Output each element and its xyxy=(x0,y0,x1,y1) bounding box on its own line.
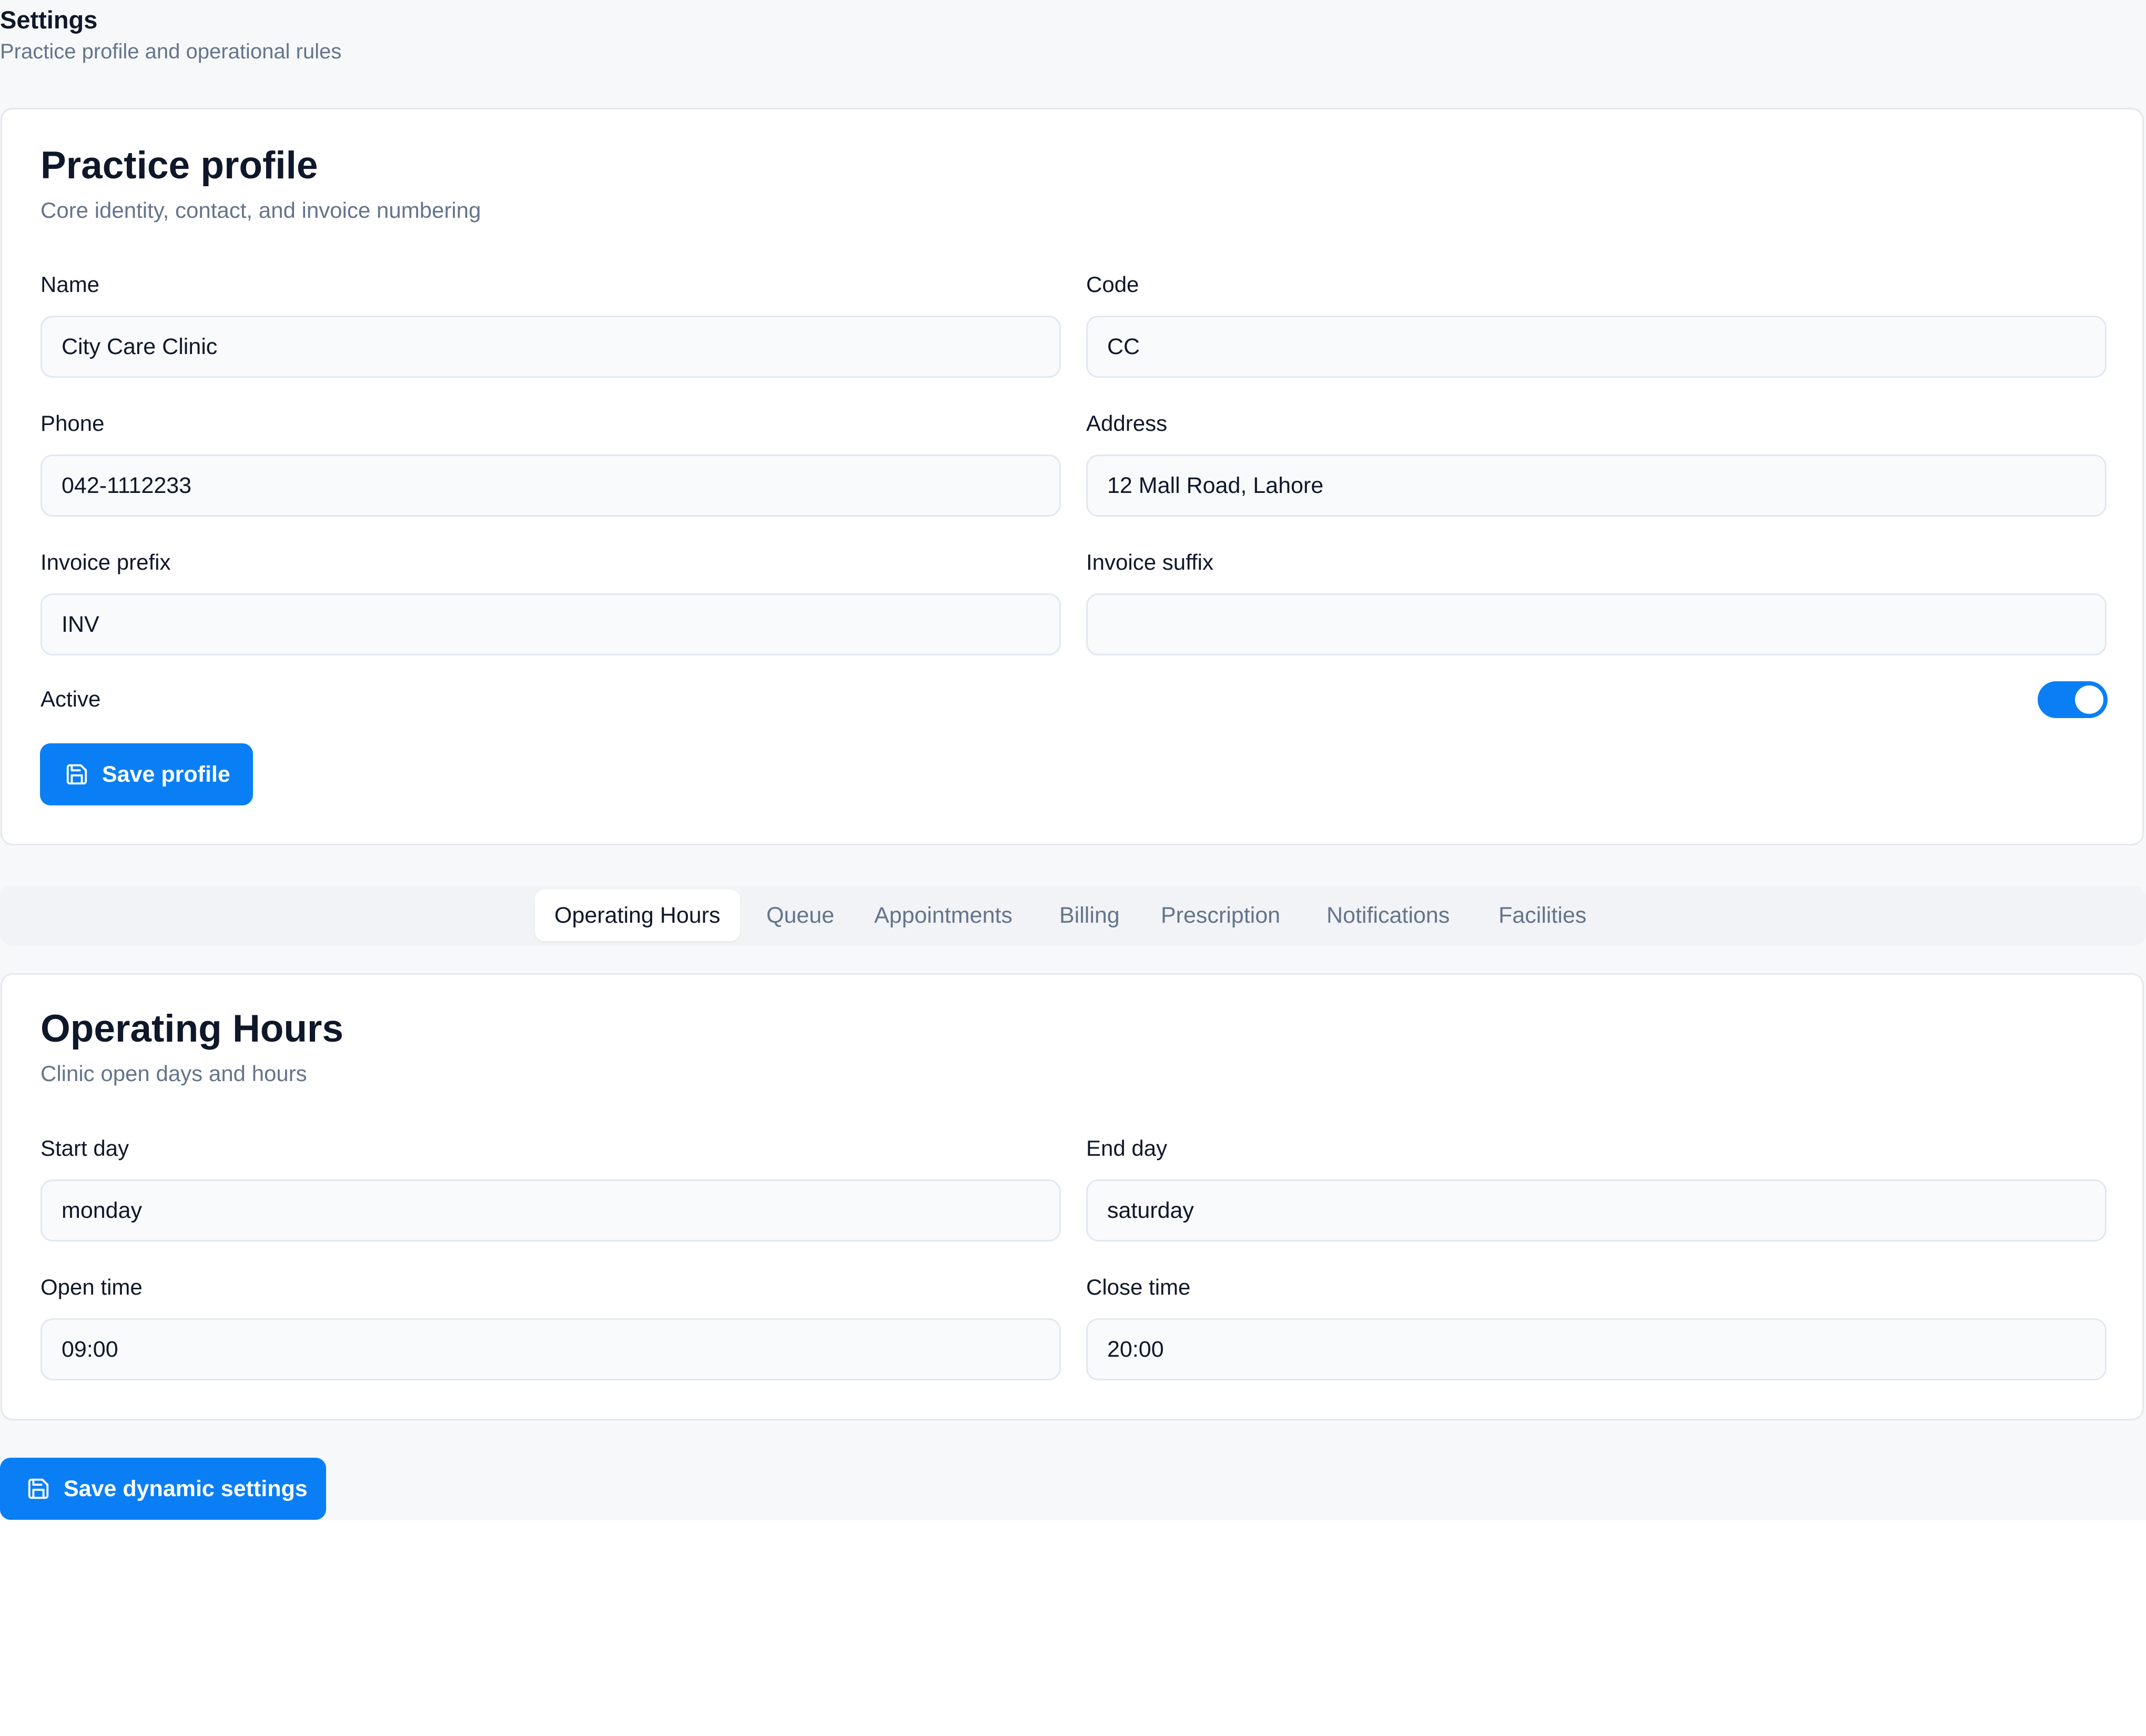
operating-hours-title: Operating Hours xyxy=(41,1007,343,1050)
active-label: Active xyxy=(41,687,101,711)
end-day-input[interactable] xyxy=(1086,1179,2107,1242)
settings-tabs: Operating Hours Queue Appointments Billi… xyxy=(0,885,2146,945)
invoice-prefix-label: Invoice prefix xyxy=(41,550,171,574)
invoice-suffix-label: Invoice suffix xyxy=(1086,550,1214,574)
code-input[interactable] xyxy=(1086,316,2107,378)
practice-profile-title: Practice profile xyxy=(41,144,318,187)
operating-hours-card: Operating Hours Clinic open days and hou… xyxy=(1,973,2144,1420)
close-time-input[interactable] xyxy=(1086,1318,2107,1380)
code-label: Code xyxy=(1086,272,1139,297)
save-dynamic-settings-button[interactable]: Save dynamic settings xyxy=(0,1458,326,1520)
operating-hours-description: Clinic open days and hours xyxy=(41,1061,307,1086)
save-profile-label: Save profile xyxy=(102,761,230,787)
open-time-input[interactable] xyxy=(41,1318,1061,1380)
name-label: Name xyxy=(41,272,100,297)
invoice-prefix-input[interactable] xyxy=(41,593,1061,655)
tab-operating-hours[interactable]: Operating Hours xyxy=(535,890,740,941)
tab-appointments[interactable]: Appointments xyxy=(874,890,1013,941)
address-label: Address xyxy=(1086,411,1168,436)
floppy-disk-icon xyxy=(28,1478,49,1499)
save-profile-button[interactable]: Save profile xyxy=(40,743,253,805)
open-time-label: Open time xyxy=(41,1275,143,1299)
page-subtitle: Practice profile and operational rules xyxy=(0,40,342,63)
name-input[interactable] xyxy=(41,316,1061,378)
page-header: Settings Practice profile and operationa… xyxy=(0,4,341,67)
start-day-label: Start day xyxy=(41,1136,129,1160)
invoice-suffix-input[interactable] xyxy=(1086,593,2107,655)
toggle-knob xyxy=(2075,685,2103,714)
active-toggle[interactable] xyxy=(2038,681,2108,718)
tab-prescription[interactable]: Prescription xyxy=(1161,890,1280,941)
page-title: Settings xyxy=(0,6,98,34)
end-day-label: End day xyxy=(1086,1136,1168,1160)
save-dynamic-settings-label: Save dynamic settings xyxy=(64,1476,308,1501)
practice-profile-description: Core identity, contact, and invoice numb… xyxy=(41,198,481,223)
close-time-label: Close time xyxy=(1086,1275,1191,1299)
practice-profile-card: Practice profile Core identity, contact,… xyxy=(1,108,2144,845)
tab-facilities[interactable]: Facilities xyxy=(1499,890,1586,941)
phone-label: Phone xyxy=(41,411,105,436)
floppy-disk-icon xyxy=(66,764,87,785)
start-day-input[interactable] xyxy=(41,1179,1061,1242)
tab-billing[interactable]: Billing xyxy=(1059,890,1120,941)
address-input[interactable] xyxy=(1086,455,2107,517)
tab-queue[interactable]: Queue xyxy=(766,890,834,941)
tab-notifications[interactable]: Notifications xyxy=(1327,890,1450,941)
phone-input[interactable] xyxy=(41,455,1061,517)
